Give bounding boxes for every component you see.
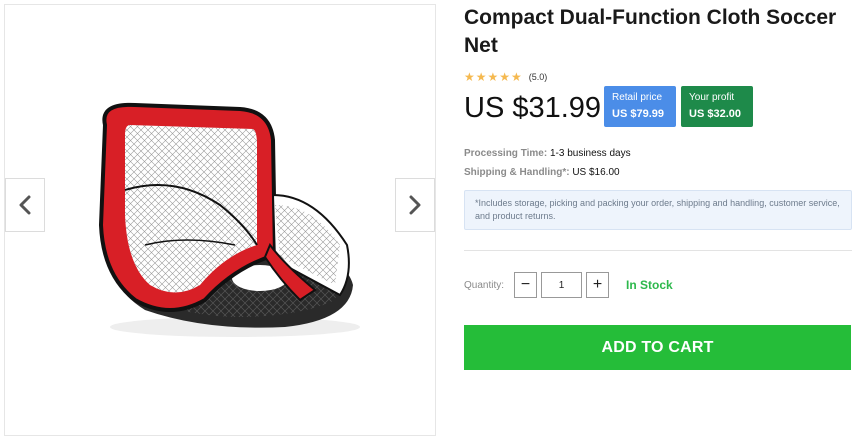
gallery-next-button[interactable] [395,178,435,232]
processing-time-row: Processing Time: 1-3 business days [464,148,631,159]
star-rating-icon: ★★★★★ [464,70,523,84]
product-rating: ★★★★★ (5.0) [464,70,547,84]
retail-price-label: Retail price [612,92,663,103]
product-image [98,102,360,337]
shipping-note: *Includes storage, picking and packing y… [464,190,852,230]
product-gallery [4,4,436,436]
gallery-prev-button[interactable] [5,178,45,232]
quantity-label: Quantity: [464,279,505,291]
quantity-row: Quantity: − + In Stock [464,272,673,298]
quantity-input[interactable] [541,272,583,298]
profit-badge: Your profit US $32.00 [681,86,753,127]
chevron-left-icon [19,195,31,215]
chevron-right-icon [409,195,421,215]
stock-status: In Stock [626,278,673,292]
profit-value: US $32.00 [689,108,741,120]
divider [464,250,852,251]
quantity-decrease-button[interactable]: − [514,272,538,298]
shipping-label: Shipping & Handling*: [464,167,570,178]
product-price: US $31.99 [464,92,602,124]
shipping-value: US $16.00 [572,167,620,178]
retail-price-badge: Retail price US $79.99 [604,86,676,127]
profit-label: Your profit [689,92,735,103]
quantity-increase-button[interactable]: + [586,272,610,298]
product-title: Compact Dual-Function Cloth Soccer Net [464,6,837,57]
processing-time-label: Processing Time: [464,148,548,159]
processing-time-value: 1-3 business days [549,148,631,159]
shipping-row: Shipping & Handling*: US $16.00 [464,167,620,178]
add-to-cart-button[interactable]: ADD TO CART [464,325,851,370]
rating-value: (5.0) [528,72,548,82]
retail-price-value: US $79.99 [612,108,664,120]
